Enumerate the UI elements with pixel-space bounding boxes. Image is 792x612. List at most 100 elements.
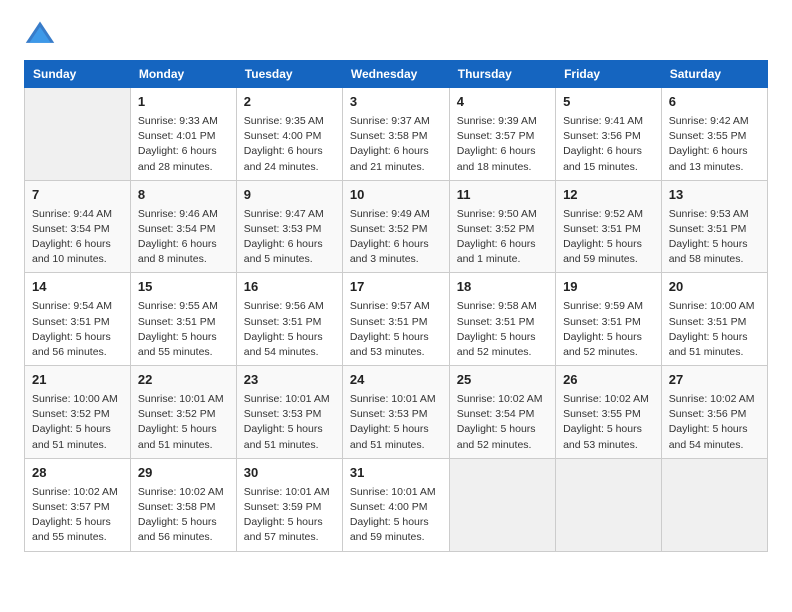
day-info: Sunrise: 9:49 AM Sunset: 3:52 PM Dayligh…	[350, 207, 442, 268]
day-info: Sunrise: 9:44 AM Sunset: 3:54 PM Dayligh…	[32, 207, 123, 268]
day-number: 8	[138, 186, 229, 205]
day-info: Sunrise: 9:33 AM Sunset: 4:01 PM Dayligh…	[138, 114, 229, 175]
calendar-header-row: SundayMondayTuesdayWednesdayThursdayFrid…	[25, 61, 768, 88]
day-number: 25	[457, 371, 548, 390]
calendar-cell: 4 Sunrise: 9:39 AM Sunset: 3:57 PM Daylig…	[449, 88, 555, 181]
logo-icon	[24, 18, 56, 50]
calendar-cell	[449, 458, 555, 551]
col-header-tuesday: Tuesday	[236, 61, 342, 88]
calendar-week-row: 7 Sunrise: 9:44 AM Sunset: 3:54 PM Daylig…	[25, 180, 768, 273]
calendar-cell: 31 Sunrise: 10:01 AM Sunset: 4:00 PM Dayl…	[342, 458, 449, 551]
day-number: 30	[244, 464, 335, 483]
calendar-cell: 21 Sunrise: 10:00 AM Sunset: 3:52 PM Dayl…	[25, 366, 131, 459]
calendar-cell: 7 Sunrise: 9:44 AM Sunset: 3:54 PM Daylig…	[25, 180, 131, 273]
day-info: Sunrise: 10:01 AM Sunset: 3:59 PM Daylig…	[244, 485, 335, 546]
day-info: Sunrise: 9:42 AM Sunset: 3:55 PM Dayligh…	[669, 114, 760, 175]
day-number: 13	[669, 186, 760, 205]
calendar-cell	[556, 458, 662, 551]
day-number: 21	[32, 371, 123, 390]
calendar-cell: 27 Sunrise: 10:02 AM Sunset: 3:56 PM Dayl…	[661, 366, 767, 459]
calendar-cell: 24 Sunrise: 10:01 AM Sunset: 3:53 PM Dayl…	[342, 366, 449, 459]
col-header-thursday: Thursday	[449, 61, 555, 88]
day-number: 15	[138, 278, 229, 297]
day-info: Sunrise: 9:59 AM Sunset: 3:51 PM Dayligh…	[563, 299, 654, 360]
day-info: Sunrise: 9:55 AM Sunset: 3:51 PM Dayligh…	[138, 299, 229, 360]
calendar-cell: 10 Sunrise: 9:49 AM Sunset: 3:52 PM Dayli…	[342, 180, 449, 273]
day-number: 31	[350, 464, 442, 483]
calendar-week-row: 14Sunrise: 9:54 AM Sunset: 3:51 PM Dayli…	[25, 273, 768, 366]
calendar-cell: 1 Sunrise: 9:33 AM Sunset: 4:01 PM Daylig…	[130, 88, 236, 181]
day-info: Sunrise: 9:35 AM Sunset: 4:00 PM Dayligh…	[244, 114, 335, 175]
day-info: Sunrise: 10:02 AM Sunset: 3:57 PM Daylig…	[32, 485, 123, 546]
day-number: 2	[244, 93, 335, 112]
calendar-cell: 15 Sunrise: 9:55 AM Sunset: 3:51 PM Dayli…	[130, 273, 236, 366]
day-info: Sunrise: 9:46 AM Sunset: 3:54 PM Dayligh…	[138, 207, 229, 268]
calendar-cell: 19 Sunrise: 9:59 AM Sunset: 3:51 PM Dayli…	[556, 273, 662, 366]
day-number: 3	[350, 93, 442, 112]
calendar-cell: 8 Sunrise: 9:46 AM Sunset: 3:54 PM Daylig…	[130, 180, 236, 273]
calendar-cell: 23Sunrise: 10:01 AM Sunset: 3:53 PM Dayl…	[236, 366, 342, 459]
calendar-cell	[25, 88, 131, 181]
day-number: 17	[350, 278, 442, 297]
day-number: 9	[244, 186, 335, 205]
calendar-table: SundayMondayTuesdayWednesdayThursdayFrid…	[24, 60, 768, 552]
day-info: Sunrise: 9:57 AM Sunset: 3:51 PM Dayligh…	[350, 299, 442, 360]
day-number: 7	[32, 186, 123, 205]
day-number: 12	[563, 186, 654, 205]
col-header-saturday: Saturday	[661, 61, 767, 88]
calendar-cell: 16 Sunrise: 9:56 AM Sunset: 3:51 PM Dayli…	[236, 273, 342, 366]
calendar-cell: 22Sunrise: 10:01 AM Sunset: 3:52 PM Dayl…	[130, 366, 236, 459]
day-info: Sunrise: 10:02 AM Sunset: 3:55 PM Daylig…	[563, 392, 654, 453]
calendar-week-row: 21 Sunrise: 10:00 AM Sunset: 3:52 PM Dayl…	[25, 366, 768, 459]
day-info: Sunrise: 9:53 AM Sunset: 3:51 PM Dayligh…	[669, 207, 760, 268]
calendar-cell: 25 Sunrise: 10:02 AM Sunset: 3:54 PM Dayl…	[449, 366, 555, 459]
calendar-cell: 12Sunrise: 9:52 AM Sunset: 3:51 PM Dayli…	[556, 180, 662, 273]
day-info: Sunrise: 9:41 AM Sunset: 3:56 PM Dayligh…	[563, 114, 654, 175]
day-info: Sunrise: 10:02 AM Sunset: 3:54 PM Daylig…	[457, 392, 548, 453]
calendar-cell: 20Sunrise: 10:00 AM Sunset: 3:51 PM Dayl…	[661, 273, 767, 366]
calendar-cell: 6 Sunrise: 9:42 AM Sunset: 3:55 PM Daylig…	[661, 88, 767, 181]
day-number: 16	[244, 278, 335, 297]
day-info: Sunrise: 10:01 AM Sunset: 4:00 PM Daylig…	[350, 485, 442, 546]
day-info: Sunrise: 10:01 AM Sunset: 3:53 PM Daylig…	[244, 392, 335, 453]
page: SundayMondayTuesdayWednesdayThursdayFrid…	[0, 0, 792, 570]
calendar-cell: 29 Sunrise: 10:02 AM Sunset: 3:58 PM Dayl…	[130, 458, 236, 551]
day-info: Sunrise: 10:01 AM Sunset: 3:53 PM Daylig…	[350, 392, 442, 453]
day-info: Sunrise: 10:02 AM Sunset: 3:58 PM Daylig…	[138, 485, 229, 546]
day-number: 5	[563, 93, 654, 112]
day-info: Sunrise: 9:37 AM Sunset: 3:58 PM Dayligh…	[350, 114, 442, 175]
day-info: Sunrise: 9:56 AM Sunset: 3:51 PM Dayligh…	[244, 299, 335, 360]
calendar-cell: 26Sunrise: 10:02 AM Sunset: 3:55 PM Dayl…	[556, 366, 662, 459]
day-number: 10	[350, 186, 442, 205]
day-number: 29	[138, 464, 229, 483]
calendar-cell: 5 Sunrise: 9:41 AM Sunset: 3:56 PM Daylig…	[556, 88, 662, 181]
day-number: 19	[563, 278, 654, 297]
day-number: 24	[350, 371, 442, 390]
calendar-cell: 30 Sunrise: 10:01 AM Sunset: 3:59 PM Dayl…	[236, 458, 342, 551]
logo	[24, 18, 60, 50]
day-number: 4	[457, 93, 548, 112]
day-number: 14	[32, 278, 123, 297]
day-info: Sunrise: 10:00 AM Sunset: 3:52 PM Daylig…	[32, 392, 123, 453]
calendar-week-row: 1 Sunrise: 9:33 AM Sunset: 4:01 PM Daylig…	[25, 88, 768, 181]
day-number: 28	[32, 464, 123, 483]
calendar-cell: 2 Sunrise: 9:35 AM Sunset: 4:00 PM Daylig…	[236, 88, 342, 181]
calendar-cell	[661, 458, 767, 551]
day-number: 18	[457, 278, 548, 297]
day-info: Sunrise: 9:47 AM Sunset: 3:53 PM Dayligh…	[244, 207, 335, 268]
day-number: 6	[669, 93, 760, 112]
calendar-cell: 11Sunrise: 9:50 AM Sunset: 3:52 PM Dayli…	[449, 180, 555, 273]
day-number: 27	[669, 371, 760, 390]
calendar-cell: 28 Sunrise: 10:02 AM Sunset: 3:57 PM Dayl…	[25, 458, 131, 551]
col-header-friday: Friday	[556, 61, 662, 88]
day-info: Sunrise: 10:01 AM Sunset: 3:52 PM Daylig…	[138, 392, 229, 453]
day-info: Sunrise: 9:58 AM Sunset: 3:51 PM Dayligh…	[457, 299, 548, 360]
day-info: Sunrise: 10:00 AM Sunset: 3:51 PM Daylig…	[669, 299, 760, 360]
day-info: Sunrise: 10:02 AM Sunset: 3:56 PM Daylig…	[669, 392, 760, 453]
col-header-wednesday: Wednesday	[342, 61, 449, 88]
day-info: Sunrise: 9:50 AM Sunset: 3:52 PM Dayligh…	[457, 207, 548, 268]
col-header-sunday: Sunday	[25, 61, 131, 88]
day-info: Sunrise: 9:39 AM Sunset: 3:57 PM Dayligh…	[457, 114, 548, 175]
calendar-cell: 14Sunrise: 9:54 AM Sunset: 3:51 PM Dayli…	[25, 273, 131, 366]
day-number: 1	[138, 93, 229, 112]
